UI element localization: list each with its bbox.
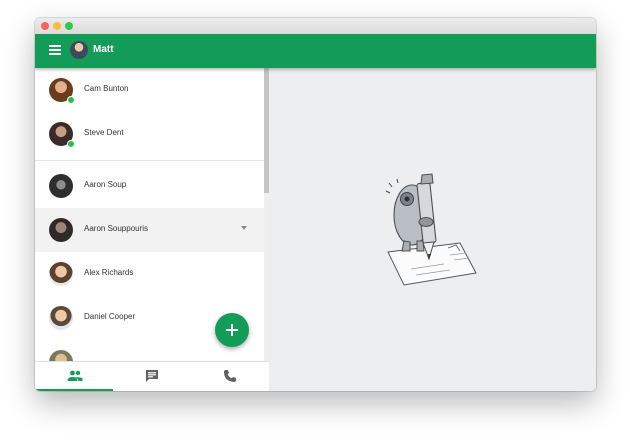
active-tab-indicator [35, 389, 113, 391]
chat-icon [146, 370, 158, 382]
contact-name: Aaron Soup [84, 180, 127, 189]
window-titlebar [35, 18, 596, 34]
avatar [49, 306, 73, 330]
online-status-dot [67, 96, 75, 104]
contact-name: Alex Richards [84, 268, 134, 277]
list-item[interactable]: Alex Richards [35, 252, 264, 296]
chevron-down-icon[interactable] [241, 226, 247, 230]
list-item-selected[interactable]: Aaron Souppouris [35, 208, 264, 252]
add-contact-button[interactable] [215, 313, 249, 347]
maximize-window-button[interactable] [65, 22, 73, 30]
avatar [49, 174, 73, 198]
minimize-window-button[interactable] [53, 22, 61, 30]
app-window: Matt Cam Bunton Steve Dent Aaron Soup Aa… [35, 18, 596, 391]
people-icon [67, 370, 83, 381]
tab-messages[interactable] [113, 362, 191, 391]
list-item[interactable]: Cam Bunton [35, 68, 264, 112]
contact-name: Steve Dent [84, 128, 124, 137]
plus-icon-stroke [231, 324, 233, 336]
conversation-pane [269, 68, 596, 391]
avatar [49, 350, 73, 361]
phone-icon [224, 370, 236, 382]
hamburger-menu-icon[interactable] [49, 44, 63, 58]
contacts-sidebar: Cam Bunton Steve Dent Aaron Soup Aaron S… [35, 68, 269, 391]
user-name: Matt [93, 44, 114, 55]
list-item[interactable]: Aaron Soup [35, 164, 264, 208]
contact-name: Daniel Cooper [84, 312, 136, 321]
contact-name: Aaron Souppouris [84, 224, 149, 233]
avatar [49, 262, 73, 286]
online-status-dot [67, 140, 75, 148]
avatar [49, 218, 73, 242]
character-with-pencil-illustration [385, 173, 477, 286]
close-window-button[interactable] [41, 22, 49, 30]
app-bar: Matt [35, 34, 596, 68]
bottom-navigation [35, 361, 269, 391]
tab-contacts[interactable] [35, 362, 113, 391]
tab-calls[interactable] [191, 362, 269, 391]
list-item[interactable]: Steve Dent [35, 112, 264, 156]
divider [35, 160, 264, 161]
avatar[interactable] [70, 41, 88, 59]
contact-name: Cam Bunton [84, 84, 129, 93]
